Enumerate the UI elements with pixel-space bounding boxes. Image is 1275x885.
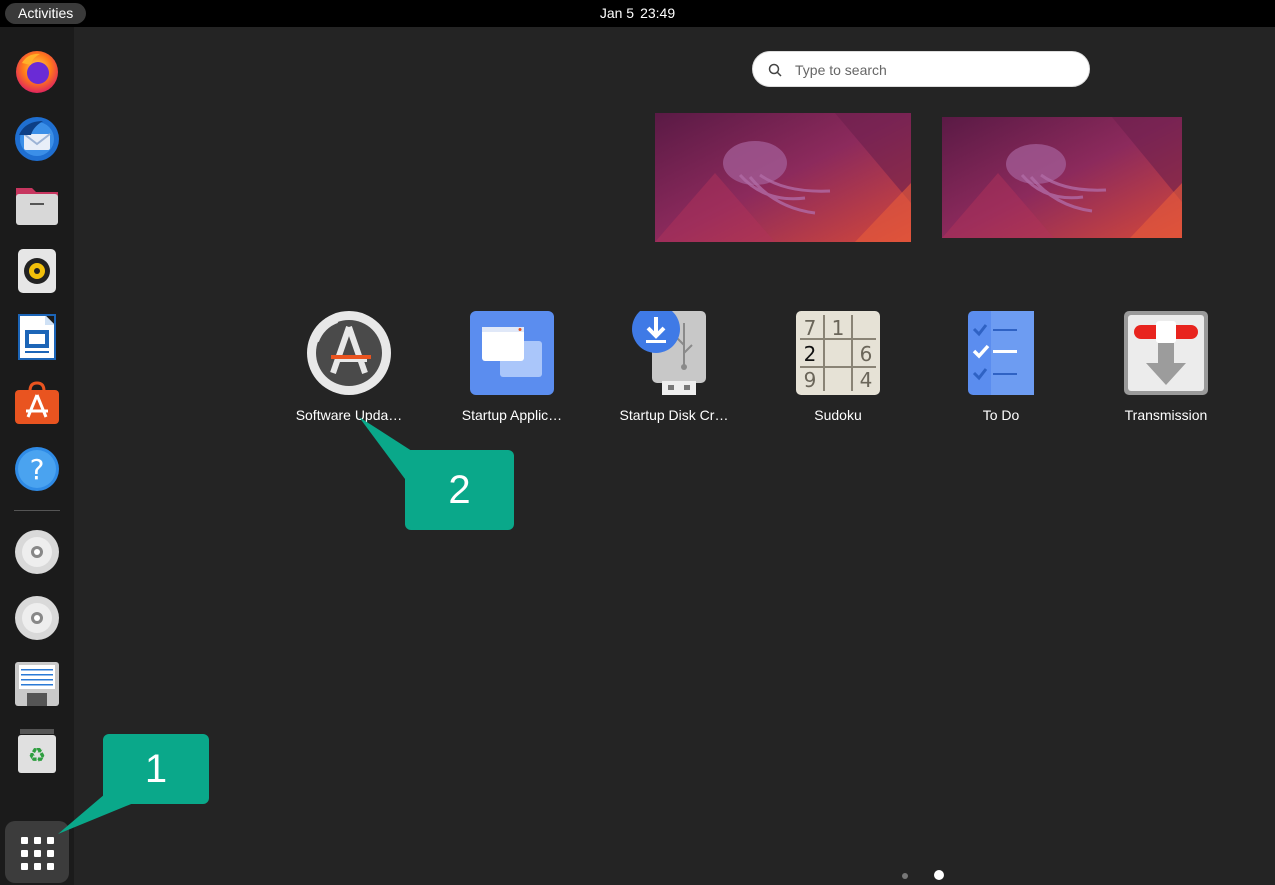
search-box[interactable]: [752, 51, 1090, 88]
app-label: To Do: [982, 407, 1020, 423]
svg-text:2: 2: [804, 342, 817, 366]
clock-time: 23:49: [640, 5, 676, 21]
transmission-icon: [1124, 311, 1208, 395]
svg-text:♻: ♻: [28, 743, 46, 767]
svg-text:1: 1: [832, 316, 845, 340]
svg-text:7: 7: [804, 316, 817, 340]
app-label: Sudoku: [814, 407, 862, 423]
clock-date: Jan 5: [599, 5, 635, 21]
todo-icon: [968, 311, 1034, 395]
rhythmbox-icon[interactable]: [12, 246, 62, 296]
libreoffice-writer-icon[interactable]: [12, 312, 62, 362]
help-icon[interactable]: ?: [12, 444, 62, 494]
app-transmission[interactable]: Transmission: [1086, 311, 1246, 441]
software-updater-icon: [307, 311, 391, 395]
app-label: Transmission: [1124, 407, 1208, 423]
svg-text:4: 4: [860, 368, 873, 392]
workspace-thumbnail-2[interactable]: [942, 117, 1182, 238]
dock-separator: [14, 510, 60, 511]
clock[interactable]: Jan 5 23:49: [0, 0, 1275, 27]
sudoku-icon: 7 1 2 6 9 4: [796, 311, 880, 395]
firefox-icon[interactable]: [12, 47, 62, 97]
app-label: Startup Applic…: [461, 407, 563, 423]
disc-icon[interactable]: [12, 593, 62, 643]
app-label: Startup Disk Cr…: [619, 407, 729, 423]
svg-text:?: ?: [30, 453, 45, 486]
page-indicator-1[interactable]: [902, 873, 908, 879]
disc-icon[interactable]: [12, 527, 62, 577]
dock: ? ♻: [0, 27, 74, 885]
workspace-thumbnail-1[interactable]: [655, 113, 911, 242]
app-center-icon[interactable]: [12, 378, 62, 428]
page-indicator-2[interactable]: [934, 870, 944, 880]
startup-disk-creator-icon: [632, 311, 706, 395]
floppy-icon[interactable]: [12, 659, 62, 709]
trash-icon[interactable]: ♻: [12, 725, 62, 775]
svg-text:6: 6: [860, 342, 873, 366]
app-startup-applications[interactable]: Startup Applic…: [432, 311, 592, 441]
startup-applications-icon: [470, 311, 554, 395]
app-to-do[interactable]: To Do: [921, 311, 1081, 441]
app-sudoku[interactable]: 7 1 2 6 9 4 Sudoku: [758, 311, 918, 441]
search-icon: [768, 63, 782, 77]
top-bar: Activities Jan 5 23:49: [0, 0, 1275, 27]
show-applications-grid-icon: [21, 837, 54, 870]
callout-badge: 2: [405, 450, 514, 530]
svg-text:9: 9: [804, 368, 817, 392]
search-input[interactable]: [793, 52, 1077, 88]
callout-badge: 1: [103, 734, 209, 804]
files-icon[interactable]: [12, 180, 62, 230]
thunderbird-icon[interactable]: [12, 114, 62, 164]
app-startup-disk-creator[interactable]: Startup Disk Cr…: [594, 311, 754, 441]
